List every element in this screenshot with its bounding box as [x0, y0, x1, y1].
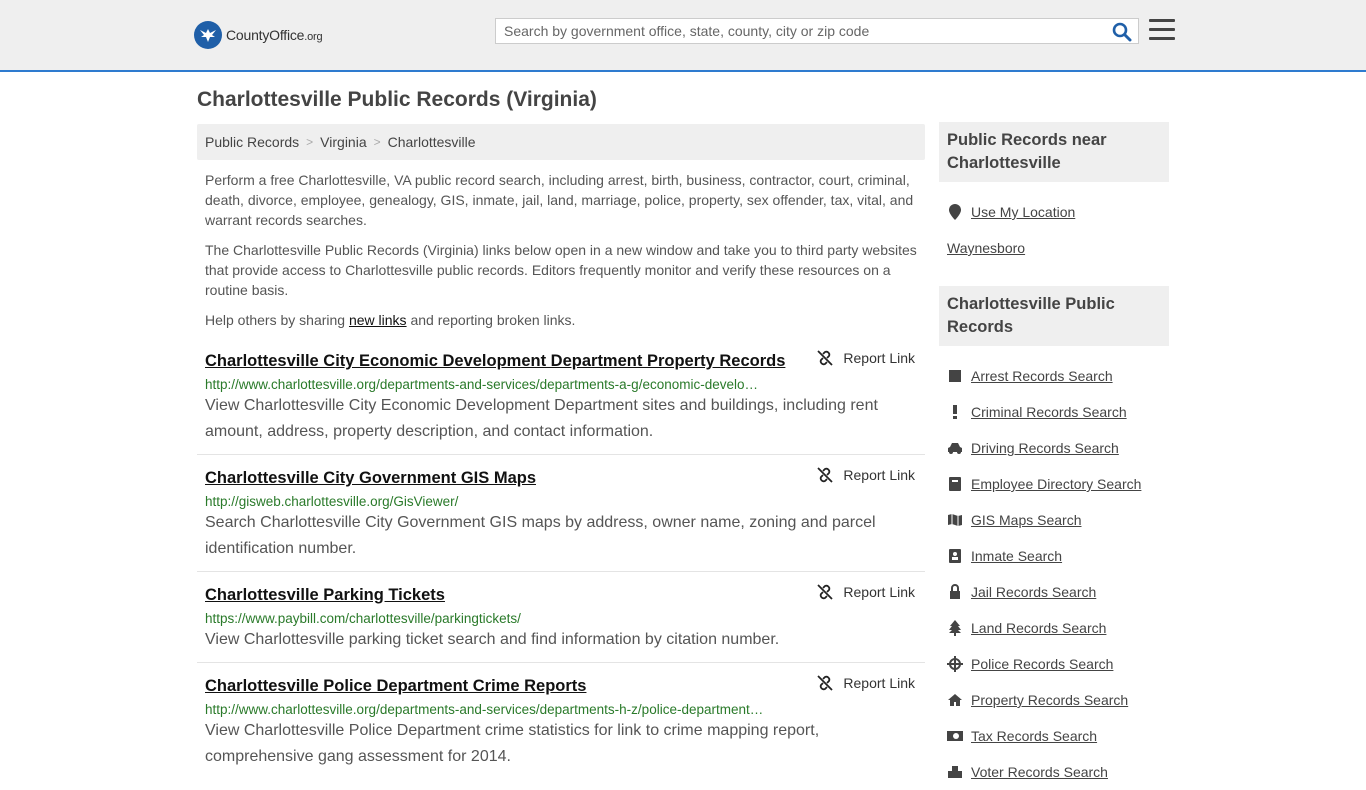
id-badge-icon [947, 548, 963, 564]
new-links-link[interactable]: new links [349, 312, 407, 328]
records-heading: Charlottesville Public Records [939, 286, 1169, 346]
inmate-search-link[interactable]: Inmate Search [971, 548, 1062, 564]
result-description: View Charlottesville Police Department c… [205, 722, 820, 765]
page-title: Charlottesville Public Records (Virginia… [197, 88, 597, 111]
sidebar-item-land-records: Land Records Search [947, 610, 1169, 646]
breadcrumb: Public Records > Virginia > Charlottesvi… [197, 124, 925, 160]
result-title-link[interactable]: Charlottesville City Government GIS Maps [205, 469, 536, 488]
gis-maps-link[interactable]: GIS Maps Search [971, 512, 1082, 528]
map-marker-icon [947, 204, 963, 220]
breadcrumb-separator: > [306, 135, 314, 149]
broken-link-icon [817, 467, 834, 483]
site-header: CountyOffice.org [0, 0, 1366, 72]
sidebar-item-police-records: Police Records Search [947, 646, 1169, 682]
map-icon [947, 512, 963, 528]
breadcrumb-public-records[interactable]: Public Records [205, 134, 299, 150]
result-title-link[interactable]: Charlottesville City Economic Developmen… [205, 352, 785, 371]
near-list: Use My Location Waynesboro [939, 182, 1169, 266]
voter-records-link[interactable]: Voter Records Search [971, 764, 1108, 780]
main-content: Public Records > Virginia > Charlottesvi… [197, 124, 925, 779]
sidebar-item-driving-records: Driving Records Search [947, 430, 1169, 466]
sidebar-item-tax-records: Tax Records Search [947, 718, 1169, 754]
use-my-location-link[interactable]: Use My Location [971, 204, 1075, 220]
near-records-heading: Public Records near Charlottesville [939, 122, 1169, 182]
money-icon [947, 728, 963, 744]
result-item: Charlottesville City Government GIS Maps… [197, 455, 925, 572]
police-records-link[interactable]: Police Records Search [971, 656, 1113, 672]
driving-records-link[interactable]: Driving Records Search [971, 440, 1119, 456]
result-item: Charlottesville City Economic Developmen… [197, 342, 925, 455]
car-icon [947, 440, 963, 456]
search-icon[interactable] [1112, 22, 1132, 42]
search-box [495, 18, 1139, 44]
result-url: https://www.paybill.com/charlottesville/… [205, 611, 521, 626]
book-icon [947, 476, 963, 492]
records-list: Arrest Records Search Criminal Records S… [939, 346, 1169, 790]
result-description: View Charlottesville parking ticket sear… [205, 631, 780, 648]
tree-icon [947, 620, 963, 636]
logo-text: CountyOffice.org [226, 27, 323, 43]
intro-paragraph-3: Help others by sharing new links and rep… [205, 312, 576, 328]
result-description: View Charlottesville City Economic Devel… [205, 397, 878, 440]
breadcrumb-virginia[interactable]: Virginia [320, 134, 366, 150]
sidebar-item-voter-records: Voter Records Search [947, 754, 1169, 790]
near-place-item: Waynesboro [947, 230, 1169, 266]
criminal-records-link[interactable]: Criminal Records Search [971, 404, 1127, 420]
near-place-waynesboro-link[interactable]: Waynesboro [947, 240, 1025, 256]
intro-text: Perform a free Charlottesville, VA publi… [197, 170, 925, 330]
property-records-link[interactable]: Property Records Search [971, 692, 1128, 708]
jail-records-link[interactable]: Jail Records Search [971, 584, 1096, 600]
land-records-link[interactable]: Land Records Search [971, 620, 1106, 636]
crosshair-icon [947, 656, 963, 672]
eagle-icon [194, 21, 222, 49]
vote-icon [947, 764, 963, 780]
result-title-link[interactable]: Charlottesville Police Department Crime … [205, 677, 586, 696]
result-url: http://www.charlottesville.org/departmen… [205, 702, 764, 717]
report-link-button[interactable]: Report Link [817, 467, 915, 483]
home-icon [947, 692, 963, 708]
hamburger-menu-icon[interactable] [1149, 19, 1175, 43]
sidebar-item-jail-records: Jail Records Search [947, 574, 1169, 610]
broken-link-icon [817, 584, 834, 600]
sidebar-item-criminal-records: Criminal Records Search [947, 394, 1169, 430]
sidebar-item-arrest-records: Arrest Records Search [947, 358, 1169, 394]
result-url: http://gisweb.charlottesville.org/GisVie… [205, 494, 459, 509]
square-icon [947, 368, 963, 384]
intro-paragraph-1: Perform a free Charlottesville, VA publi… [205, 172, 914, 228]
sidebar: Public Records near Charlottesville Use … [939, 122, 1169, 790]
intro-paragraph-2: The Charlottesville Public Records (Virg… [205, 242, 917, 298]
sidebar-item-gis-maps: GIS Maps Search [947, 502, 1169, 538]
report-link-button[interactable]: Report Link [817, 584, 915, 600]
tax-records-link[interactable]: Tax Records Search [971, 728, 1097, 744]
exclamation-icon [947, 404, 963, 420]
broken-link-icon [817, 675, 834, 691]
result-description: Search Charlottesville City Government G… [205, 514, 876, 557]
lock-icon [947, 584, 963, 600]
broken-link-icon [817, 350, 834, 366]
breadcrumb-separator: > [373, 135, 381, 149]
result-item: Charlottesville Police Department Crime … [197, 663, 925, 779]
sidebar-item-property-records: Property Records Search [947, 682, 1169, 718]
result-title-link[interactable]: Charlottesville Parking Tickets [205, 586, 445, 605]
site-logo[interactable]: CountyOffice.org [194, 20, 323, 50]
arrest-records-link[interactable]: Arrest Records Search [971, 368, 1113, 384]
search-input[interactable] [496, 19, 1112, 43]
use-my-location-item: Use My Location [947, 194, 1169, 230]
report-link-button[interactable]: Report Link [817, 350, 915, 366]
result-item: Charlottesville Parking Tickets Report L… [197, 572, 925, 663]
report-link-button[interactable]: Report Link [817, 675, 915, 691]
sidebar-item-inmate-search: Inmate Search [947, 538, 1169, 574]
sidebar-item-employee-directory: Employee Directory Search [947, 466, 1169, 502]
breadcrumb-charlottesville[interactable]: Charlottesville [388, 134, 476, 150]
result-url: http://www.charlottesville.org/departmen… [205, 377, 758, 392]
employee-directory-link[interactable]: Employee Directory Search [971, 476, 1141, 492]
